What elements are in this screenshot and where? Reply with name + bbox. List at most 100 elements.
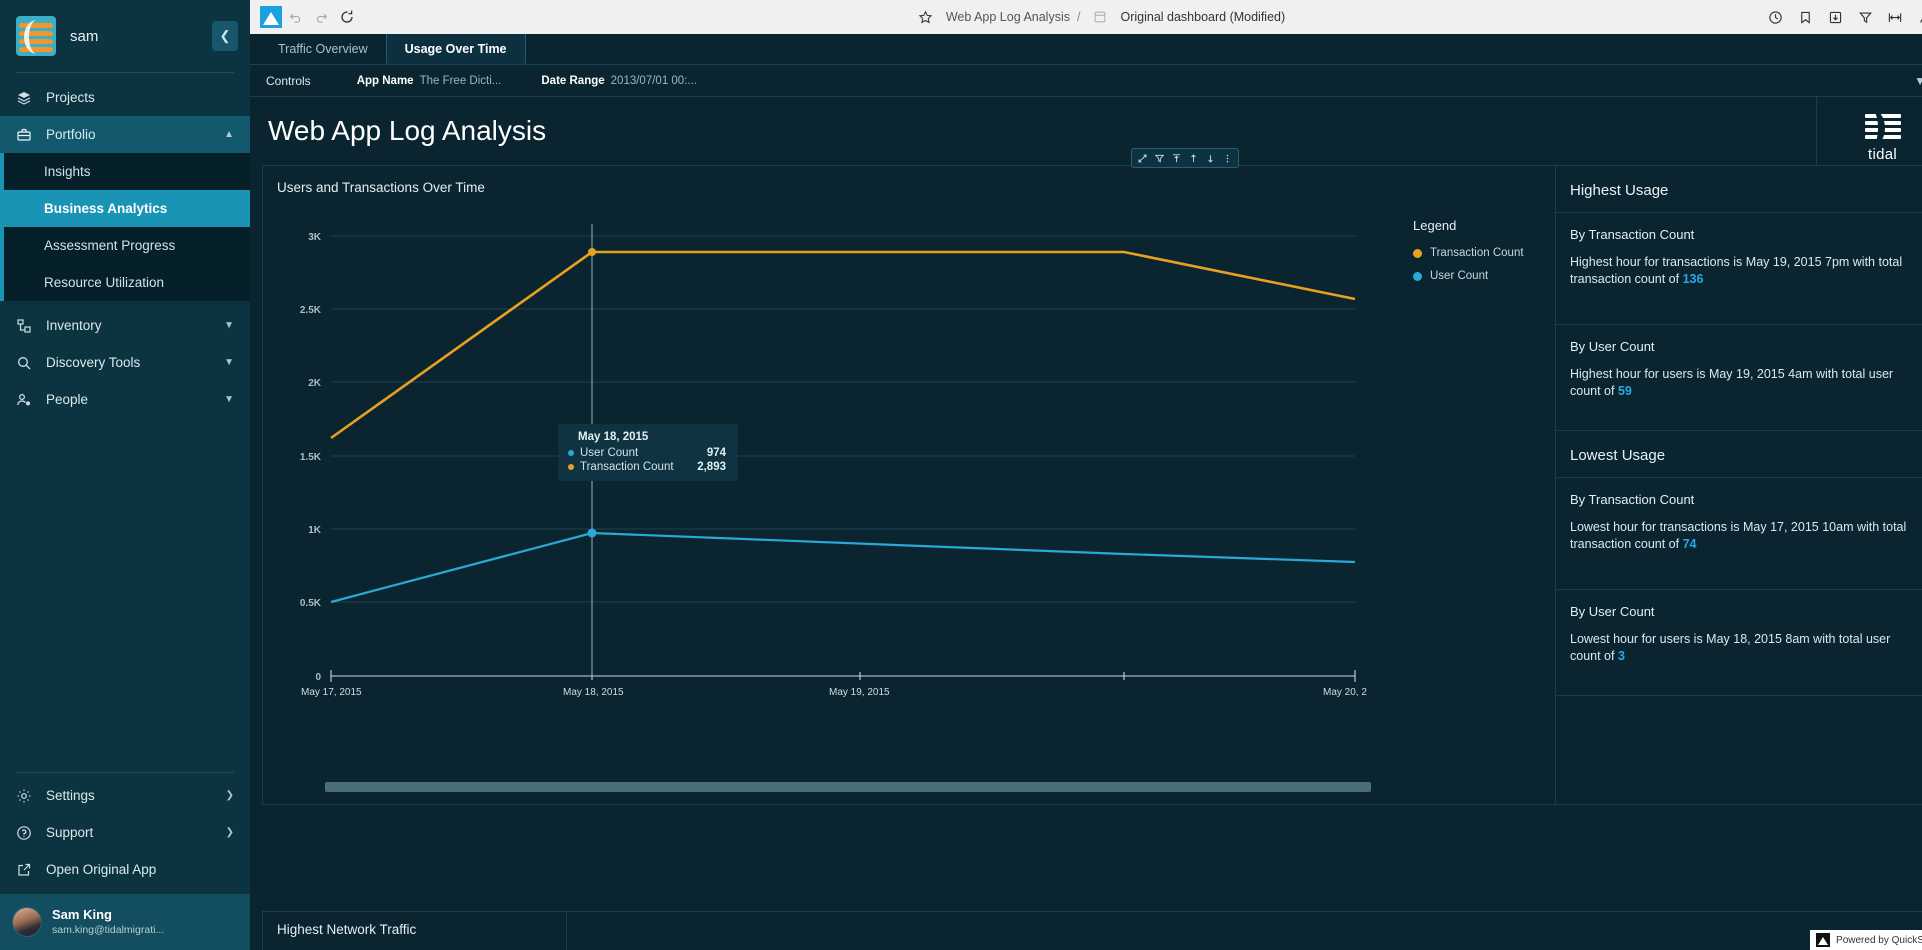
sidebar-item-assessment-progress[interactable]: Assessment Progress [4,227,250,264]
chevron-down-icon: ▼ [224,357,234,368]
sidebar-user-profile[interactable]: Sam King sam.king@tidalmigrati... [0,894,250,950]
export-download-icon[interactable] [1822,4,1848,30]
sidebar-item-resource-utilization[interactable]: Resource Utilization [4,264,250,301]
series-dot-transaction [568,464,574,470]
tooltip-date: May 18, 2015 [578,431,649,443]
redo-button[interactable] [308,4,334,30]
control-key: App Name [356,74,414,87]
svg-text:May 18, 2015: May 18, 2015 [563,687,624,698]
chart-toolbar [1131,148,1239,168]
dashboard-subtitle: Original dashboard (Modified) [1120,10,1286,24]
control-app-name[interactable]: App Name The Free Dicti... [357,75,502,87]
sort-ascending-icon[interactable] [1185,149,1202,167]
sidebar-collapse-button[interactable]: ❮ [212,21,238,51]
sidebar-item-discovery-tools[interactable]: Discovery Tools ▼ [0,344,250,381]
sheet-canvas: Web App Log Analysis tidal Users and Tra… [250,97,1922,950]
layers-icon [16,90,38,106]
tooltip-series-value: 2,893 [697,461,726,473]
brand-name: tidal [1867,145,1898,163]
tooltip-series-name: User Count [580,447,639,459]
x-axis [330,670,1356,682]
svg-text:May 17, 2015: May 17, 2015 [301,687,362,698]
sidebar-item-label: Settings [46,788,95,803]
topbar: Web App Log Analysis / Original dashboar… [250,0,1922,34]
undo-button[interactable] [282,4,308,30]
insight-value: 74 [1682,536,1697,551]
fit-width-icon[interactable] [1882,4,1908,30]
org-name: sam [70,27,99,45]
star-icon[interactable] [913,4,939,30]
sidebar-item-projects[interactable]: Projects [0,79,250,116]
chart-horizontal-scrollbar[interactable] [325,782,1371,792]
sidebar-item-people[interactable]: People ▼ [0,381,250,418]
insight-text: Lowest hour for transactions is May 17, … [1570,519,1921,553]
svg-text:0: 0 [315,672,321,683]
insight-text: Highest hour for users is May 19, 2015 4… [1570,366,1921,400]
sidebar-item-insights[interactable]: Insights [4,153,250,190]
tab-label: Usage Over Time [404,41,507,56]
sidebar-nav: Projects Portfolio ▲ Insights Business A… [0,79,250,418]
dashboard-icon [1087,4,1113,30]
sidebar-item-label: People [46,392,89,407]
insight-text-body: Lowest hour for transactions is May 17, … [1570,520,1907,551]
next-section: Highest Network Traffic [262,911,1922,950]
highlight-point-user [587,528,597,538]
legend-dot-icon [1413,271,1422,281]
tab-usage-over-time[interactable]: Usage Over Time [385,33,526,64]
controls-label: Controls [266,73,311,88]
kebab-menu-icon[interactable] [1219,149,1236,167]
gear-icon [16,788,38,804]
sort-to-top-icon[interactable] [1168,149,1185,167]
sidebar-subitem-label: Insights [44,164,91,179]
sidebar-item-support[interactable]: Support ❯ [0,814,250,851]
legend-item-user-count[interactable]: User Count [1413,270,1553,282]
control-value: The Free Dicti... [419,74,502,87]
series-transaction-count [330,250,1356,440]
insight-text: Lowest hour for users is May 18, 2015 8a… [1570,631,1921,665]
tooltip-row: User Count 974 [568,447,726,459]
user-icon[interactable] [1912,4,1922,30]
sidebar-divider [16,72,234,73]
svg-text:May 19, 2015: May 19, 2015 [829,687,890,698]
scrollbar-thumb[interactable] [325,782,1371,792]
sidebar-item-portfolio[interactable]: Portfolio ▲ [0,116,250,153]
insight-cell-highest-transaction: By Transaction Count Highest hour for tr… [1556,213,1922,325]
svg-text:0.5K: 0.5K [300,598,322,609]
chart-legend: Legend Transaction Count User Count [1413,218,1553,293]
next-section-card: Highest Network Traffic [262,911,1922,950]
clock-icon[interactable] [1762,4,1788,30]
highlight-point-transaction [588,248,596,256]
sort-descending-icon[interactable] [1202,149,1219,167]
sidebar-item-inventory[interactable]: Inventory ▼ [0,307,250,344]
sidebar-item-label: Discovery Tools [46,355,141,370]
badge-label: Powered by QuickSight [1836,934,1922,946]
expand-icon[interactable] [1134,149,1151,167]
insight-text-body: Highest hour for transactions is May 19,… [1570,255,1903,286]
insight-value: 3 [1617,648,1625,663]
sheet-tabs: Traffic Overview Usage Over Time [250,33,1922,65]
svg-text:May 20, 2: May 20, 2 [1323,687,1367,698]
user-email: sam.king@tidalmigrati... [52,923,165,936]
sidebar-item-open-original-app[interactable]: Open Original App [0,851,250,888]
main-area: Web App Log Analysis / Original dashboar… [250,0,1922,950]
legend-label: User Count [1430,270,1489,282]
insight-title: By Transaction Count [1570,227,1695,242]
title-band: Web App Log Analysis tidal [250,97,1922,177]
control-date-range[interactable]: Date Range 2013/07/01 00:... [541,75,697,87]
sidebar-footer-divider [16,772,234,773]
sidebar-item-business-analytics[interactable]: Business Analytics [4,190,250,227]
legend-item-transaction-count[interactable]: Transaction Count [1413,247,1553,259]
bookmark-icon[interactable] [1792,4,1818,30]
controls-collapse-button[interactable]: ▼ [1914,74,1922,88]
quicksight-logo-icon [260,6,282,28]
reset-button[interactable] [334,4,360,30]
sidebar-subitem-label: Resource Utilization [44,275,165,290]
tab-traffic-overview[interactable]: Traffic Overview [260,33,386,64]
external-link-icon [16,862,38,878]
next-section-title: Highest Network Traffic [277,922,417,937]
filter-icon[interactable] [1151,149,1168,167]
svg-text:2K: 2K [308,378,322,389]
sidebar-item-settings[interactable]: Settings ❯ [0,777,250,814]
filter-icon[interactable] [1852,4,1878,30]
chevron-up-icon: ▲ [224,129,234,140]
